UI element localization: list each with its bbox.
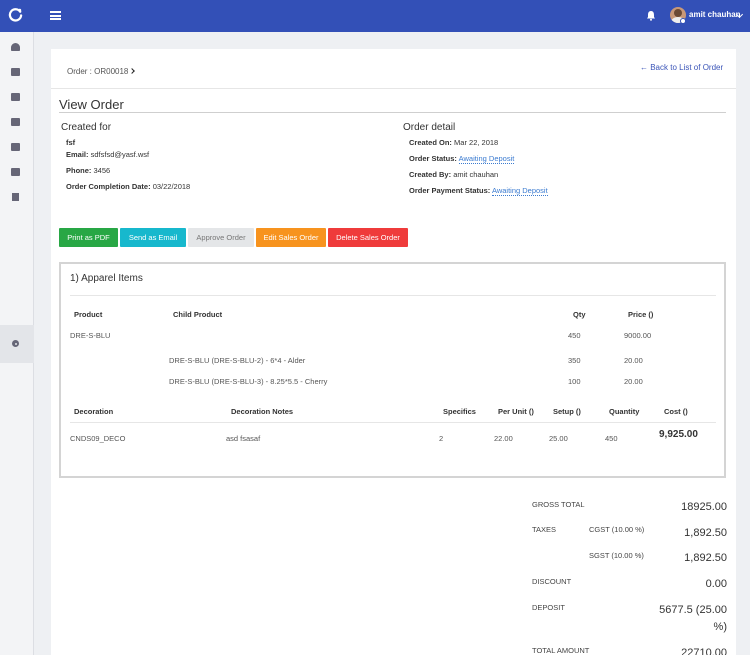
decoration-cell: CNDS09_DECO [70,434,126,443]
order-status-label: Order Status: [409,154,457,163]
taxes-label: TAXES [532,525,557,534]
sidebar-item-2-icon[interactable] [11,93,20,101]
price-cell: 20.00 [624,356,643,365]
product-cell: DRE-S-BLU [70,331,111,340]
created-by-label: Created By: [409,170,452,179]
document-icon[interactable] [12,193,19,201]
sgst-value: 1,892.50 [684,552,727,564]
completion-value: 03/22/2018 [152,182,191,191]
gear-icon [12,340,19,347]
apparel-items-heading: 1) Apparel Items [70,273,143,284]
breadcrumb-order: Order : OR00018 [67,67,129,76]
col-header-per-unit: Per Unit () [498,407,534,416]
col-header-price: Price () [628,310,654,319]
print-pdf-button[interactable]: Print as PDF [59,228,118,247]
order-status: Order Status: Awaiting Deposit [409,154,515,164]
sidebar-item-settings[interactable] [0,325,34,363]
qty-cell: 350 [568,356,581,365]
sidebar-item-4-icon[interactable] [11,143,20,151]
phone-label: Phone: [66,166,92,175]
sidebar-item-5-icon[interactable] [11,168,20,176]
col-header-cost: Cost () [664,407,688,416]
completion-label: Order Completion Date: [66,182,151,191]
discount-value: 0.00 [705,578,727,590]
approve-order-button[interactable]: Approve Order [188,228,254,247]
username-label[interactable]: amit chauhan [689,10,741,19]
discount-label: DISCOUNT [532,577,572,586]
top-navbar: amit chauhan [0,0,750,32]
email-label: Email: [66,150,89,159]
qty-cell: 100 [568,377,581,386]
created-by-value: amit chauhan [453,170,499,179]
app-logo-icon[interactable] [8,7,23,22]
col-header-quantity: Quantity [609,407,640,416]
gross-total-value: 18925.00 [681,501,727,513]
quantity-cell: 450 [605,434,618,443]
created-for-heading: Created for [61,122,112,133]
chevron-right-icon [129,68,136,74]
cgst-label: CGST (10.00 %) [589,525,645,534]
customer-name: fsf [66,138,76,147]
created-on: Created On: Mar 22, 2018 [409,138,498,147]
sgst-label: SGST (10.00 %) [589,551,644,560]
cost-cell: 9,925.00 [659,429,698,440]
col-header-qty: Qty [573,310,586,319]
phone-value: 3456 [93,166,111,175]
order-status-link[interactable]: Awaiting Deposit [458,154,515,164]
order-completion-date: Order Completion Date: 03/22/2018 [66,182,190,191]
col-header-child-product: Child Product [173,310,223,319]
payment-status-link[interactable]: Awaiting Deposit [491,186,548,196]
menu-toggle-icon[interactable] [50,11,61,20]
deposit-value-line2: %) [713,621,727,633]
specifics-cell: 2 [439,434,444,443]
payment-status-label: Order Payment Status: [409,186,491,195]
send-email-button[interactable]: Send as Email [120,228,186,247]
total-amount-value: 22710.00 [681,647,727,655]
child-product-cell: DRE-S-BLU (DRE-S-BLU-2) - 6*4 - Alder [169,356,306,365]
divider [59,112,726,113]
sidebar-item-3-icon[interactable] [11,118,20,126]
col-header-decoration-notes: Decoration Notes [231,407,294,416]
deposit-label: DEPOSIT [532,603,565,612]
qty-cell: 450 [568,331,581,340]
col-header-product: Product [74,310,103,319]
divider [70,295,716,296]
divider [51,88,736,89]
online-status-dot [680,18,686,24]
dashboard-icon[interactable] [11,43,20,51]
page-title: View Order [59,97,124,112]
delete-sales-order-button[interactable]: Delete Sales Order [328,228,408,247]
price-cell: 9000.00 [624,331,652,340]
cgst-value: 1,892.50 [684,527,727,539]
gross-total-label: GROSS TOTAL [532,500,585,509]
divider [70,422,716,423]
col-header-setup: Setup () [553,407,581,416]
child-product-cell: DRE-S-BLU (DRE-S-BLU-3) - 8.25*5.5 - Che… [169,377,328,386]
col-header-specifics: Specifics [443,407,476,416]
setup-cell: 25.00 [549,434,568,443]
sidebar [0,32,34,655]
col-header-decoration: Decoration [74,407,114,416]
payment-status: Order Payment Status: Awaiting Deposit [409,186,548,196]
price-cell: 20.00 [624,377,643,386]
created-by: Created By: amit chauhan [409,170,498,179]
edit-sales-order-button[interactable]: Edit Sales Order [256,228,326,247]
back-to-list-link[interactable]: ← Back to List of Order [640,63,723,72]
apparel-items-panel: 1) Apparel Items Product Child Product Q… [59,262,726,478]
deposit-value-line1: 5677.5 (25.00 [659,604,727,616]
customer-phone: Phone: 3456 [66,166,110,175]
created-on-value: Mar 22, 2018 [454,138,499,147]
order-detail-heading: Order detail [403,122,456,133]
decoration-notes-cell: asd fsasaf [226,434,261,443]
order-card: Order : OR00018 ← Back to List of Order … [51,49,736,655]
sidebar-item-1-icon[interactable] [11,68,20,76]
breadcrumb: Order : OR00018 [67,67,136,76]
total-amount-label: TOTAL AMOUNT [532,646,590,655]
customer-email: Email: sdfsfsd@yasf.wsf [66,150,149,159]
created-on-label: Created On: [409,138,452,147]
notification-bell-icon[interactable] [646,10,656,21]
per-unit-cell: 22.00 [494,434,513,443]
email-value: sdfsfsd@yasf.wsf [90,150,150,159]
